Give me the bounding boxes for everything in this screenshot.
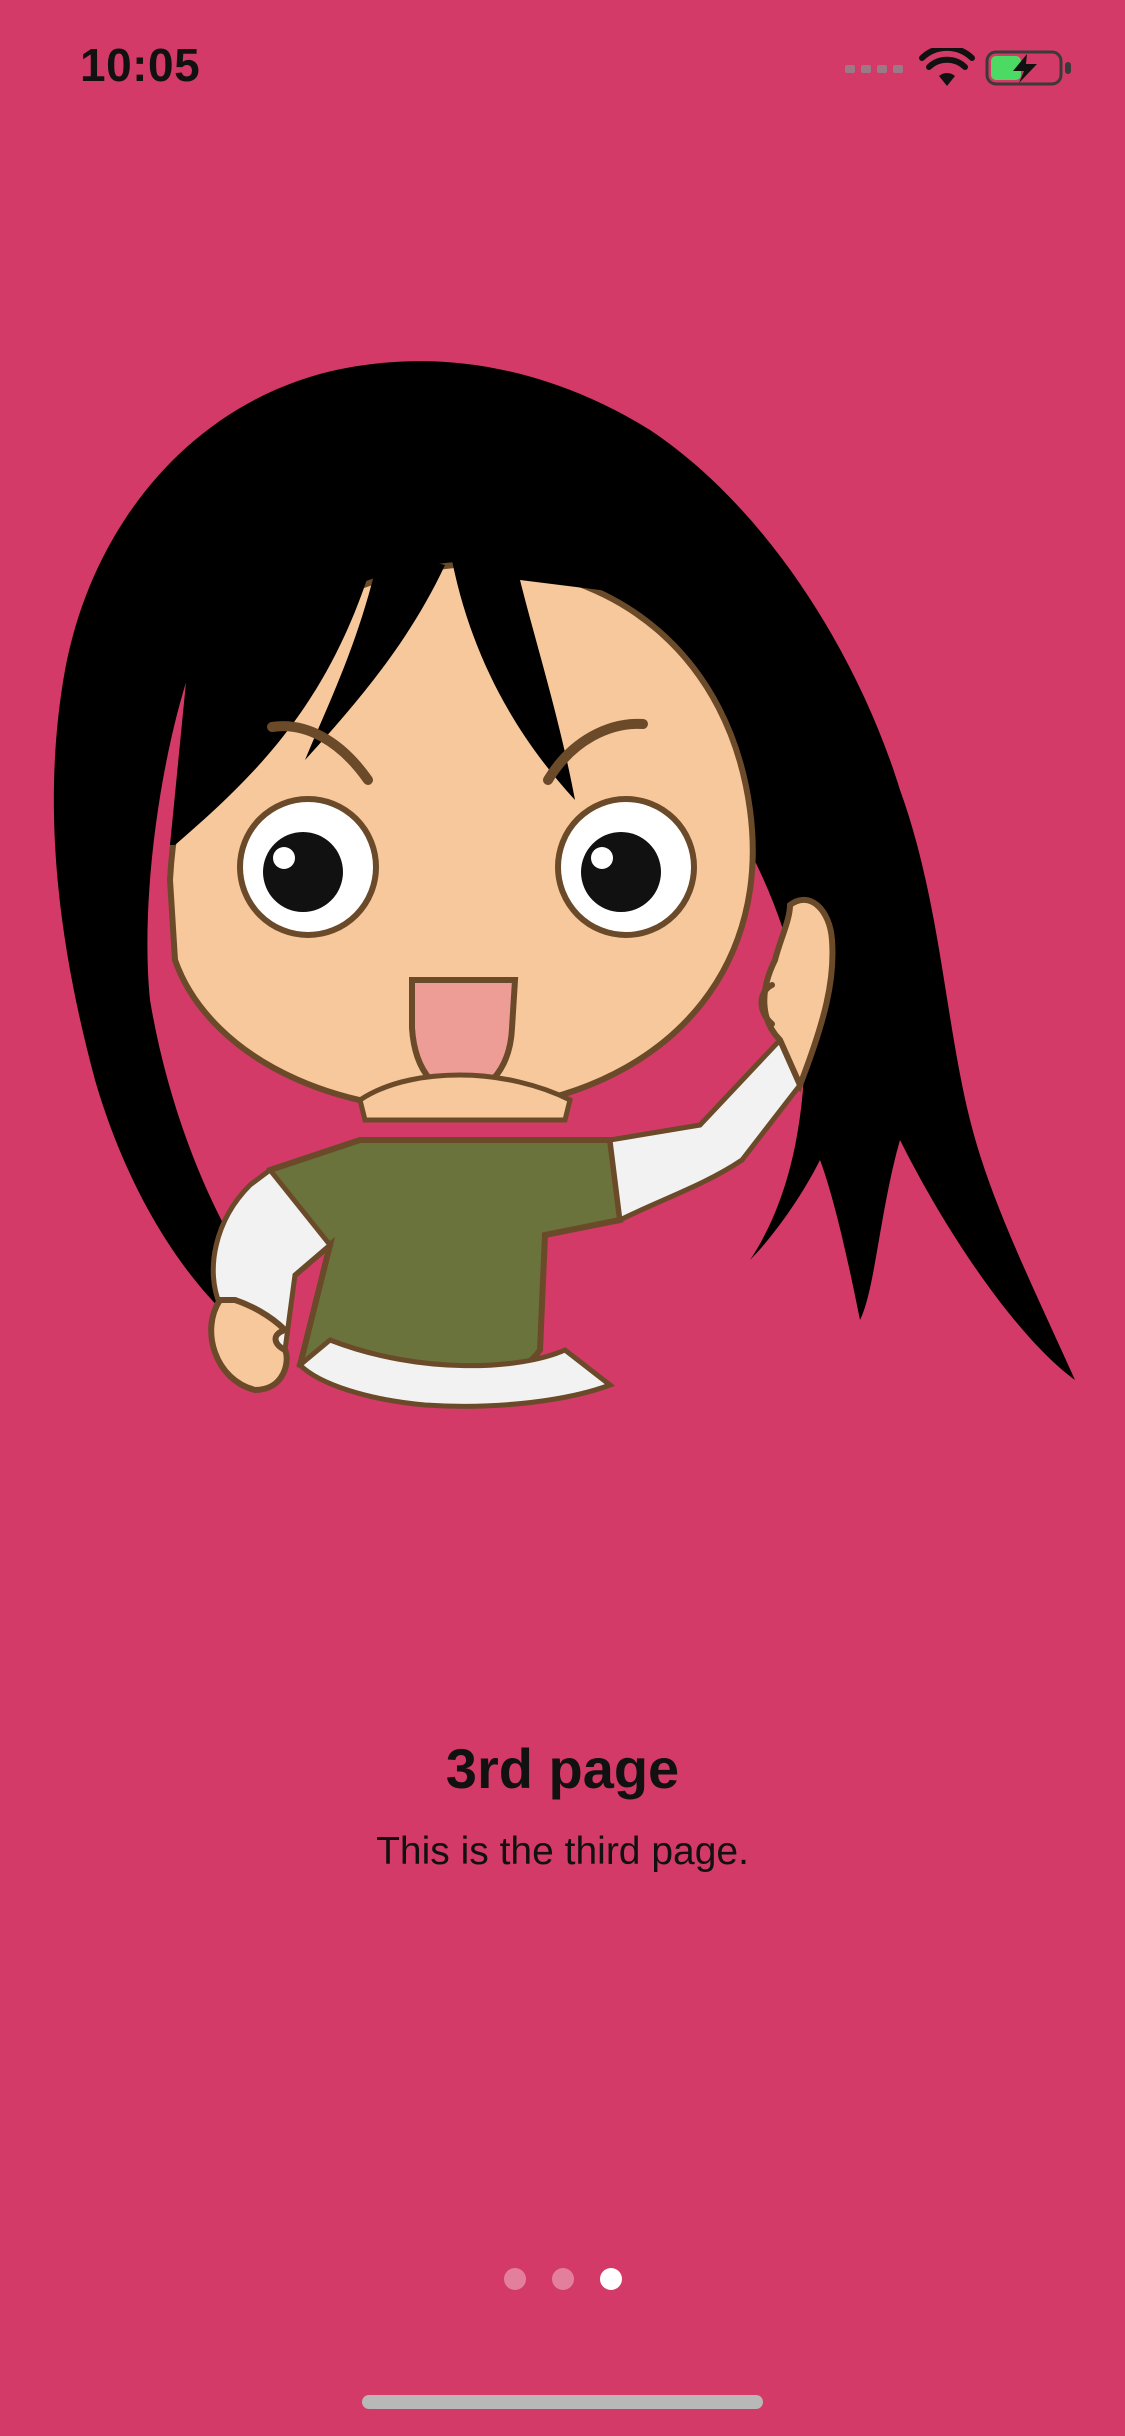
page-dot-2[interactable]: [551, 2268, 574, 2290]
cellular-signal-icon: [845, 65, 903, 73]
home-indicator[interactable]: [362, 2395, 763, 2409]
page-dot-1[interactable]: [503, 2268, 526, 2290]
onboarding-screen: 10:05 3rd page This is the third page.: [0, 0, 1125, 2436]
page-title: 3rd page: [445, 1737, 680, 1800]
page-dot-3[interactable]: [599, 2268, 622, 2290]
girl-waving-illustration: [53, 361, 1075, 1409]
status-time: 10:05: [80, 39, 201, 91]
status-indicators: [845, 48, 1085, 88]
battery-charging-icon: [985, 50, 1071, 86]
page-indicator[interactable]: [0, 2268, 1125, 2290]
page-subtitle: This is the third page.: [376, 1830, 749, 1873]
wifi-icon: [919, 48, 975, 86]
status-bar: 10:05: [0, 0, 1125, 140]
